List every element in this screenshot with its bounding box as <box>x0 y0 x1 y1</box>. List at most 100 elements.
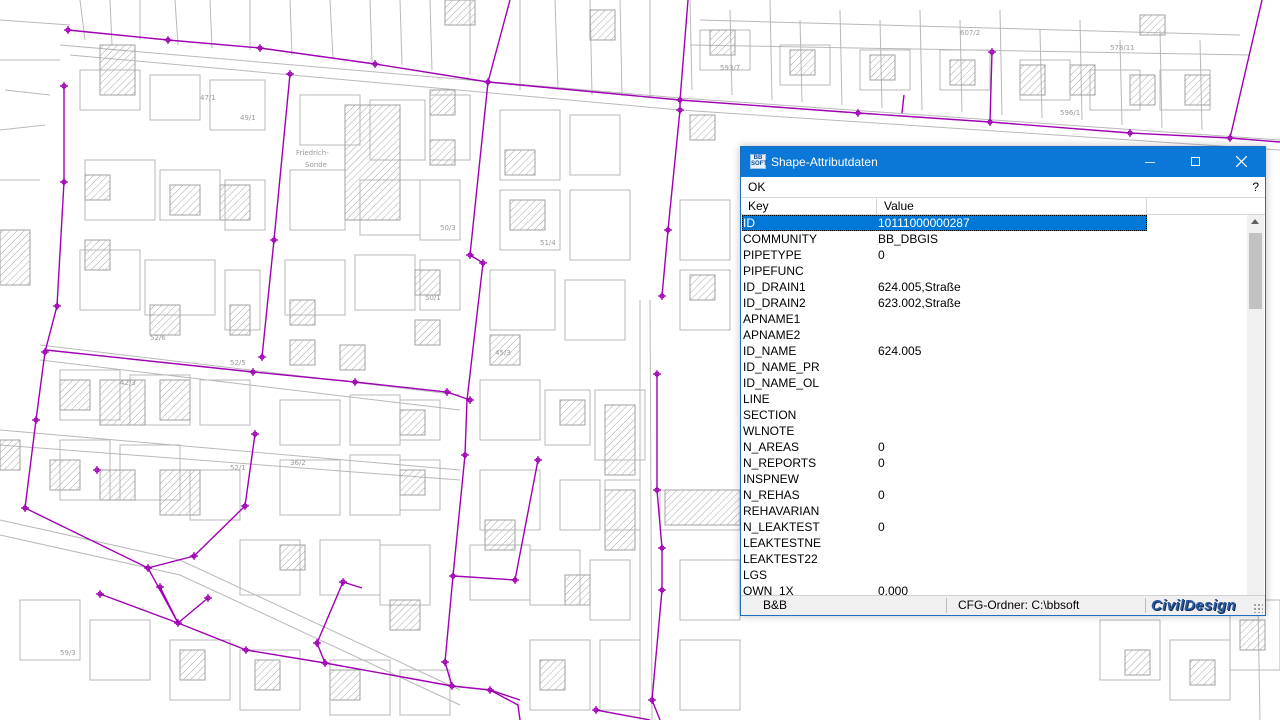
pipe-node-icon[interactable] <box>441 658 449 666</box>
pipe-node-icon[interactable] <box>479 259 487 267</box>
pipe-node-icon[interactable] <box>653 370 661 378</box>
attribute-row[interactable]: LINE <box>742 391 1246 407</box>
svg-text:45/3: 45/3 <box>495 349 511 357</box>
pipe-node-icon[interactable] <box>592 706 600 714</box>
dialog-titlebar[interactable]: BB SOFT Shape-Attributdaten <box>741 147 1265 177</box>
pipe-node-icon[interactable] <box>258 353 266 361</box>
maximize-button[interactable] <box>1173 147 1219 177</box>
bbsoft-app-icon: BB SOFT <box>750 154 767 169</box>
pipe-node-icon[interactable] <box>60 178 68 186</box>
attribute-row[interactable]: N_REPORTS 0 <box>742 455 1246 471</box>
pipe-node-icon[interactable] <box>64 26 72 34</box>
pipe-node-icon[interactable] <box>53 302 61 310</box>
attribute-row[interactable]: APNAME2 <box>742 327 1246 343</box>
attribute-key: INSPNEW <box>743 472 800 486</box>
attribute-row[interactable]: PIPETYPE 0 <box>742 247 1246 263</box>
attribute-row[interactable]: ID 10111000000287 <box>742 215 1246 231</box>
pipe-node-icon[interactable] <box>511 576 519 584</box>
attribute-row[interactable]: ID_NAME_PR <box>742 359 1246 375</box>
shape-attribute-dialog: BB SOFT Shape-Attributdaten OK ? Key Valu… <box>740 146 1266 616</box>
column-header-key[interactable]: Key <box>741 198 877 214</box>
attribute-list[interactable]: ID 10111000000287 COMMUNITY BB_DBGIS PIPETYP… <box>741 215 1265 595</box>
scroll-up-icon[interactable] <box>1251 219 1259 224</box>
pipe-node-icon[interactable] <box>658 292 666 300</box>
attribute-row[interactable]: APNAME1 <box>742 311 1246 327</box>
pipe-node-icon[interactable] <box>21 504 29 512</box>
scrollbar-thumb[interactable] <box>1249 233 1262 309</box>
dialog-statusbar: B&B CFG-Ordner: C:\bbsoft CivilDesign <box>741 595 1265 615</box>
attribute-value: 623.002,Straße <box>878 296 961 310</box>
pipe-node-icon[interactable] <box>144 564 152 572</box>
attribute-row[interactable]: REHAVARIAN <box>742 503 1246 519</box>
attribute-row[interactable]: COMMUNITY BB_DBGIS <box>742 231 1246 247</box>
pipe-node-icon[interactable] <box>164 36 172 44</box>
pipe-node-icon[interactable] <box>339 578 347 586</box>
pipe-node-icon[interactable] <box>270 236 278 244</box>
pipe-node-icon[interactable] <box>449 572 457 580</box>
svg-text:578/11: 578/11 <box>1110 44 1135 52</box>
pipe-node-icon[interactable] <box>351 378 359 386</box>
pipe-node-icon[interactable] <box>96 590 104 598</box>
pipe-node-icon[interactable] <box>648 696 656 704</box>
pipe-node-icon[interactable] <box>1126 129 1134 137</box>
pipe-node-icon[interactable] <box>251 430 259 438</box>
pipe-node-icon[interactable] <box>486 686 494 694</box>
pipe-node-icon[interactable] <box>321 659 329 667</box>
column-header-value[interactable]: Value <box>877 198 1147 214</box>
pipe-node-icon[interactable] <box>466 251 474 259</box>
attribute-row[interactable]: LEAKTEST22 <box>742 551 1246 567</box>
list-header: Key Value <box>741 197 1265 215</box>
attribute-key: OWN_1X <box>743 584 794 595</box>
pipe-node-icon[interactable] <box>448 682 456 690</box>
attribute-key: PIPEFUNC <box>743 264 804 278</box>
pipe-node-icon[interactable] <box>988 48 996 56</box>
attribute-key: SECTION <box>743 408 797 422</box>
attribute-key: LGS <box>743 568 768 582</box>
pipe-node-icon[interactable] <box>664 226 672 234</box>
attribute-row[interactable]: ID_DRAIN1 624.005,Straße <box>742 279 1246 295</box>
pipe-node-icon[interactable] <box>658 544 666 552</box>
pipe-node-icon[interactable] <box>676 106 684 114</box>
pipe-node-icon[interactable] <box>1226 134 1234 142</box>
attribute-row[interactable]: ID_NAME 624.005 <box>742 343 1246 359</box>
pipe-node-icon[interactable] <box>41 348 49 356</box>
pipe-node-icon[interactable] <box>658 586 666 594</box>
menu-ok[interactable]: OK <box>748 177 765 197</box>
attribute-row[interactable]: OWN_1X 0.000 <box>742 583 1246 595</box>
attribute-row[interactable]: INSPNEW <box>742 471 1246 487</box>
attribute-key: ID_DRAIN2 <box>743 296 806 310</box>
pipe-node-icon[interactable] <box>242 646 250 654</box>
attribute-row[interactable]: WLNOTE <box>742 423 1246 439</box>
svg-text:52/6: 52/6 <box>150 334 166 342</box>
pipe-node-icon[interactable] <box>461 451 469 459</box>
pipe-node-icon[interactable] <box>484 78 492 86</box>
attribute-row[interactable]: ID_NAME_OL <box>742 375 1246 391</box>
attribute-row[interactable]: N_REHAS 0 <box>742 487 1246 503</box>
attribute-row[interactable]: LGS <box>742 567 1246 583</box>
attribute-value: 0 <box>878 248 885 262</box>
pipe-node-icon[interactable] <box>249 368 257 376</box>
attribute-row[interactable]: SECTION <box>742 407 1246 423</box>
close-button[interactable] <box>1219 147 1265 177</box>
menu-help[interactable]: ? <box>1252 177 1259 197</box>
attribute-row[interactable]: PIPEFUNC <box>742 263 1246 279</box>
attribute-row[interactable]: LEAKTESTNE <box>742 535 1246 551</box>
pipe-node-icon[interactable] <box>443 388 451 396</box>
pipe-node-icon[interactable] <box>676 96 684 104</box>
pipe-node-icon[interactable] <box>60 82 68 90</box>
pipe-node-icon[interactable] <box>286 70 294 78</box>
pipe-node-icon[interactable] <box>534 456 542 464</box>
attribute-key: WLNOTE <box>743 424 795 438</box>
attribute-value: 10111000000287 <box>878 216 970 230</box>
minimize-button[interactable] <box>1127 147 1173 177</box>
attribute-row[interactable]: N_LEAKTEST 0 <box>742 519 1246 535</box>
pipe-node-icon[interactable] <box>32 416 40 424</box>
attribute-row[interactable]: N_AREAS 0 <box>742 439 1246 455</box>
attribute-value: 0 <box>878 440 885 454</box>
attribute-row[interactable]: ID_DRAIN2 623.002,Straße <box>742 295 1246 311</box>
vertical-scrollbar[interactable] <box>1247 215 1264 595</box>
dialog-menubar: OK ? <box>741 177 1265 197</box>
attribute-key: APNAME1 <box>743 312 801 326</box>
resize-grip-icon[interactable] <box>1253 603 1263 613</box>
pipe-node-icon[interactable] <box>256 44 264 52</box>
